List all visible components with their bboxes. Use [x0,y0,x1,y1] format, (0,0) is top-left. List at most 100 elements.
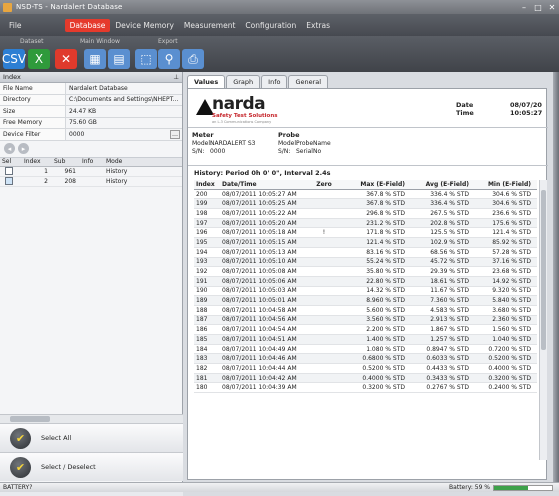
values-panel: Values Graph Info General narda Safety T… [183,72,559,482]
export-print-icon[interactable]: ⎙ [182,49,204,69]
pin-icon[interactable]: ⊥ [173,73,179,81]
col-sub: Sub [54,157,66,165]
table-row[interactable]: 200 08/07/2011 10:05:27 AM 367.8 % STD 336.… [194,190,537,200]
tab-general[interactable]: General [288,75,329,88]
table-row[interactable]: 198 08/07/2011 10:05:22 AM 296.8 % STD 267.… [194,209,537,219]
table-row[interactable]: 193 08/07/2011 10:05:10 AM 55.24 % STD 45.7… [194,257,537,268]
table-row[interactable]: 191 08/07/2011 10:05:06 AM 22.80 % STD 18.6… [194,276,537,287]
tab-graph[interactable]: Graph [226,75,261,88]
maximize-icon[interactable]: □ [531,1,545,13]
row-min: 0.7200 % STD [488,345,531,353]
toolbar-group-dataset: Dataset [20,38,44,45]
time-value: 10:05:27 [510,109,543,117]
row-avg: 68.56 % STD [430,248,469,256]
toolbar-group-main-window: Main Window [80,38,120,45]
table-row[interactable]: 194 08/07/2011 10:05:13 AM 83.16 % STD 68.5… [194,248,537,258]
index-row[interactable]: 2 208 History [0,177,182,187]
row-avg: 125.5 % STD [430,229,469,237]
table-row[interactable]: 187 08/07/2011 10:04:56 AM 3.560 % STD 2.91… [194,315,537,326]
row-max: 14.32 % STD [366,287,405,295]
title-bar: NSD-TS - Nardalert Database – □ ✕ [0,0,559,14]
table-row[interactable]: 199 08/07/2011 10:05:25 AM 367.8 % STD 336.… [194,199,537,210]
menu-extras[interactable]: Extras [301,19,335,32]
row-min: 0.3200 % STD [488,374,531,382]
row-datetime: 08/07/2011 10:04:46 AM [222,355,297,363]
row-min: 14.92 % STD [492,277,531,285]
row-datetime: 08/07/2011 10:05:20 AM [222,219,297,227]
table-row[interactable]: 197 08/07/2011 10:05:20 AM 231.2 % STD 202.… [194,218,537,229]
probe-model-label: Model: [278,140,299,147]
delete-icon[interactable]: ✕ [55,49,77,69]
export-search-icon[interactable]: ⚲ [158,49,180,69]
tab-info[interactable]: Info [261,75,288,88]
table-row[interactable]: 185 08/07/2011 10:04:51 AM 1.400 % STD 1.25… [194,335,537,345]
row-max: 0.5200 % STD [362,364,405,372]
row-avg: 2.913 % STD [430,316,469,324]
row-index: 186 [196,326,208,334]
menu-device-memory[interactable]: Device Memory [110,19,179,32]
row-checkbox[interactable] [5,167,13,175]
index-row[interactable]: 1 961 History [0,167,182,177]
table-row[interactable]: 189 08/07/2011 10:05:01 AM 8.960 % STD 7.36… [194,296,537,306]
row-index: 189 [196,297,208,305]
table-row[interactable]: 190 08/07/2011 10:05:03 AM 14.32 % STD 11.6… [194,287,537,297]
row-index: 188 [196,306,208,314]
device-info: Meter Model: NARDALERT S3 S/N: 0000 Probe … [190,131,545,163]
select-all-button[interactable]: ✔ Select All [0,423,183,452]
menu-database[interactable]: Database [64,18,111,32]
minimize-icon[interactable]: – [517,1,531,13]
table-row[interactable]: 186 08/07/2011 10:04:54 AM 2.200 % STD 1.86… [194,325,537,335]
menu-measurement[interactable]: Measurement [179,19,241,32]
menu-file[interactable]: File [4,19,27,32]
row-max: 231.2 % STD [366,219,405,227]
property-value[interactable]: 0000 [66,131,170,138]
next-icon[interactable]: ▸ [18,143,29,154]
table-row[interactable]: 181 08/07/2011 10:04:42 AM 0.4000 % STD 0.3… [194,373,537,384]
csv-export-icon[interactable]: CSV [2,49,26,69]
status-bar: BATTERY? Battery: 59 % [0,482,559,492]
time-label: Time [456,109,474,117]
row-index: 191 [196,277,208,285]
col-zero: Zero [316,180,332,188]
table-row[interactable]: 180 08/07/2011 10:04:39 AM 0.3200 % STD 0.2… [194,383,537,394]
brand-tagline: an L-3 Communications Company [212,120,272,124]
previous-icon[interactable]: ◂ [4,143,15,154]
row-max: 8.960 % STD [366,297,405,305]
filter-browse-button[interactable]: … [170,129,180,139]
window-layout-icon[interactable]: ▦ [84,49,106,69]
horizontal-scrollbar[interactable] [0,414,183,423]
divider [188,165,548,166]
property-key: Size [0,106,66,117]
row-avg: 336.4 % STD [430,190,469,198]
row-sub: 208 [64,177,76,185]
meter-sn: 0000 [210,148,226,155]
table-row[interactable]: 182 08/07/2011 10:04:44 AM 0.5200 % STD 0.4… [194,364,537,374]
window-tile-icon[interactable]: ▤ [108,49,130,69]
row-datetime: 08/07/2011 10:04:51 AM [222,335,297,343]
index-table: Sel Index Sub Info Mode 1 961 History 2 208 H… [0,157,182,187]
row-datetime: 08/07/2011 10:04:54 AM [222,326,297,334]
table-row[interactable]: 188 08/07/2011 10:04:58 AM 5.600 % STD 4.58… [194,306,537,316]
row-index: 190 [196,287,208,295]
table-row[interactable]: 184 08/07/2011 10:04:49 AM 1.080 % STD 0.89… [194,345,537,355]
close-icon[interactable]: ✕ [545,1,559,13]
row-datetime: 08/07/2011 10:04:56 AM [222,316,297,324]
row-avg: 0.2767 % STD [426,384,469,392]
tab-values[interactable]: Values [187,75,226,88]
excel-export-icon[interactable]: X [28,49,50,69]
meter-sn-label: S/N: [192,148,205,155]
select-deselect-button[interactable]: ✔ Select / Deselect [0,452,183,481]
table-row[interactable]: 192 08/07/2011 10:05:08 AM 35.80 % STD 29.3… [194,267,537,277]
row-avg: 11.67 % STD [430,287,469,295]
export-chart-icon[interactable]: ⬚ [135,49,157,69]
vertical-scrollbar[interactable] [539,180,547,460]
property-row: File Name Nardalert Database [0,83,182,95]
table-row[interactable]: 196 08/07/2011 10:05:18 AM! 171.8 % STD 125… [194,228,537,239]
probe-sn-label: S/N: [278,148,291,155]
row-checkbox[interactable] [5,177,13,185]
row-max: 0.4000 % STD [362,374,405,382]
row-datetime: 08/07/2011 10:04:39 AM [222,384,297,392]
table-row[interactable]: 195 08/07/2011 10:05:15 AM 121.4 % STD 102.… [194,238,537,248]
table-row[interactable]: 183 08/07/2011 10:04:46 AM 0.6800 % STD 0.6… [194,354,537,365]
menu-configuration[interactable]: Configuration [240,19,301,32]
